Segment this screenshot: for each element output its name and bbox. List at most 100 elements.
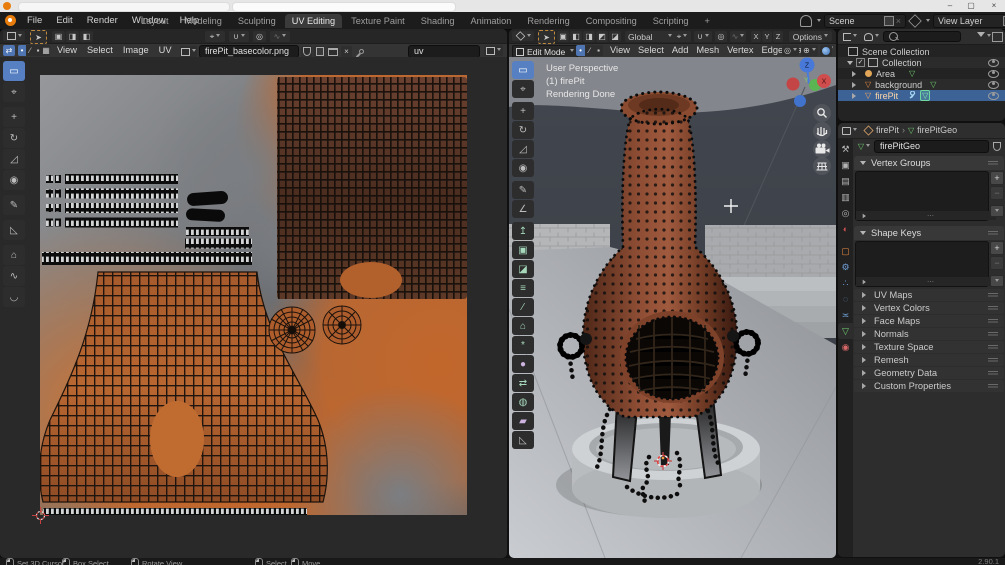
v3d-menu-vertex[interactable]: Vertex: [723, 44, 757, 57]
panel-grip[interactable]: [988, 370, 998, 376]
proportional-falloff-dropdown[interactable]: ∿: [270, 31, 290, 42]
tool-edge-slide[interactable]: ⇄: [512, 374, 534, 392]
panel-grip[interactable]: [988, 383, 998, 389]
panel-header-texture-space[interactable]: Texture Space: [854, 341, 1004, 353]
hide-eye-icon[interactable]: [988, 69, 999, 78]
panel-header-remesh[interactable]: Remesh: [854, 354, 1004, 366]
options-dropdown[interactable]: Options: [788, 31, 832, 42]
list-filter-expand-icon[interactable]: [862, 279, 869, 284]
panel-grip[interactable]: [988, 331, 998, 337]
pivot-point-dropdown[interactable]: ⌖: [205, 31, 225, 42]
proportional-editing-icon[interactable]: ◎: [253, 31, 266, 42]
new-collection-icon[interactable]: [992, 32, 1003, 42]
titlebar-tab[interactable]: [18, 2, 230, 12]
uv-tool-option-icon[interactable]: ◧: [80, 31, 93, 42]
workspace-tab-animation[interactable]: Animation: [463, 14, 518, 28]
workspace-tab-scripting[interactable]: Scripting: [646, 14, 696, 28]
proportional-falloff-dropdown[interactable]: ∿: [730, 31, 746, 42]
panel-grip[interactable]: [988, 292, 998, 298]
hide-eye-icon[interactable]: [988, 58, 999, 67]
add-workspace-button[interactable]: +: [698, 14, 717, 28]
uv-tool-annotate[interactable]: ✎: [3, 195, 25, 215]
menu-edit[interactable]: Edit: [49, 12, 79, 29]
panel-grip[interactable]: [988, 160, 998, 166]
outliner-row-collection[interactable]: ✓ Collection: [838, 57, 1005, 68]
v3d-active-tool-icon[interactable]: ➤: [538, 30, 555, 44]
v3d-tool-option-icon[interactable]: ▣: [557, 31, 569, 42]
uv-tool-grab[interactable]: ⌂: [3, 245, 25, 265]
tool-select-box[interactable]: ▭: [512, 61, 534, 79]
collapse-arrow-icon[interactable]: [847, 60, 853, 68]
v3d-menu-view[interactable]: View: [606, 44, 634, 57]
uv-tool-relax[interactable]: ∿: [3, 266, 25, 286]
unlink-image-icon[interactable]: ×: [341, 46, 352, 57]
panel-header-shape-keys[interactable]: Shape Keys: [854, 226, 1004, 240]
panel-grip[interactable]: [988, 305, 998, 311]
tool-scale[interactable]: ◿: [512, 140, 534, 158]
tool-measure[interactable]: ∠: [512, 200, 534, 218]
panel-grip[interactable]: [988, 318, 998, 324]
uv-tool-transform[interactable]: ◉: [3, 170, 25, 190]
fake-user-shield-icon[interactable]: [301, 46, 312, 57]
tool-spin[interactable]: *: [512, 336, 534, 354]
uv-select-mode-island[interactable]: ▦: [42, 45, 50, 56]
snapping-dropdown[interactable]: ∪: [229, 31, 249, 42]
uv-editor-type-icon[interactable]: [3, 31, 25, 41]
v3d-editor-type-icon[interactable]: [512, 31, 534, 41]
overlays-dropdown[interactable]: ◎: [782, 45, 799, 56]
expand-arrow-icon[interactable]: [852, 92, 859, 99]
mirror-z-toggle[interactable]: Z: [773, 31, 783, 42]
image-display-dropdown[interactable]: [484, 45, 503, 56]
tab-object-data-active[interactable]: ▽: [838, 323, 853, 339]
uv-tool-pinch[interactable]: ◡: [3, 287, 25, 307]
panel-header-custom-properties[interactable]: Custom Properties: [854, 380, 1004, 392]
tool-inset-faces[interactable]: ▣: [512, 241, 534, 259]
tool-smooth[interactable]: ●: [512, 355, 534, 373]
uv-menu-uv[interactable]: UV: [154, 44, 177, 57]
maximize-button[interactable]: ▢: [963, 0, 979, 12]
uv-menu-image[interactable]: Image: [118, 44, 154, 57]
v3d-tool-option-icon[interactable]: ◧: [570, 31, 582, 42]
browse-mesh-data-icon[interactable]: ▽: [856, 141, 872, 152]
shape-key-specials-dropdown[interactable]: [990, 275, 1004, 287]
outliner-editor-type-icon[interactable]: [841, 31, 859, 42]
expand-arrow-icon[interactable]: [852, 81, 859, 88]
workspace-tab-texture-paint[interactable]: Texture Paint: [344, 14, 412, 28]
select-mode-vertex[interactable]: •: [576, 45, 585, 56]
vertex-group-specials-dropdown[interactable]: [990, 205, 1004, 217]
v3d-tool-option-icon[interactable]: ◪: [609, 31, 621, 42]
workspace-tab-rendering[interactable]: Rendering: [520, 14, 576, 28]
mirror-x-toggle[interactable]: X: [751, 31, 761, 42]
workspace-tab-uv-editing[interactable]: UV Editing: [284, 14, 343, 28]
tab-world[interactable]: ◐: [838, 221, 853, 237]
browse-image-icon[interactable]: [180, 46, 197, 57]
view-layer-icon[interactable]: [908, 14, 922, 28]
exclude-checkbox[interactable]: ✓: [856, 58, 865, 67]
properties-editor-type-icon[interactable]: [840, 125, 858, 136]
snapping-dropdown[interactable]: ∪: [694, 31, 712, 42]
tool-rip-region[interactable]: ◺: [512, 431, 534, 449]
workspace-tab-sculpting[interactable]: Sculpting: [231, 14, 283, 28]
tool-bevel[interactable]: ◪: [512, 260, 534, 278]
panel-grip[interactable]: [988, 344, 998, 350]
uv-select-mode-face[interactable]: ▪: [34, 45, 42, 56]
tab-material[interactable]: ◉: [838, 339, 853, 355]
v3d-menu-select[interactable]: Select: [634, 44, 668, 57]
tool-rotate[interactable]: ↻: [512, 121, 534, 139]
titlebar-tab[interactable]: [232, 2, 456, 12]
uv-tool-rotate[interactable]: ↻: [3, 128, 25, 148]
uv-menu-view[interactable]: View: [52, 44, 82, 57]
tab-output[interactable]: ▤: [838, 173, 853, 189]
workspace-tab-compositing[interactable]: Compositing: [579, 14, 644, 28]
uv-tool-move[interactable]: +: [3, 107, 25, 127]
panel-header-uv-maps[interactable]: UV Maps: [854, 289, 1004, 301]
tool-knife[interactable]: ⁄: [512, 298, 534, 316]
uv-canvas[interactable]: ▭ ⌖ + ↻ ◿ ◉ ✎ ◺ ⌂ ∿ ◡: [0, 57, 507, 558]
outliner-filter-dropdown[interactable]: [977, 32, 991, 41]
tab-tool[interactable]: ⚒: [838, 141, 853, 157]
tool-transform[interactable]: ◉: [512, 159, 534, 177]
new-scene-icon[interactable]: [883, 16, 894, 26]
uv-active-tool-icon[interactable]: ➤: [30, 30, 47, 44]
select-mode-face[interactable]: ▪: [594, 45, 603, 56]
scene-icon[interactable]: [800, 15, 812, 27]
